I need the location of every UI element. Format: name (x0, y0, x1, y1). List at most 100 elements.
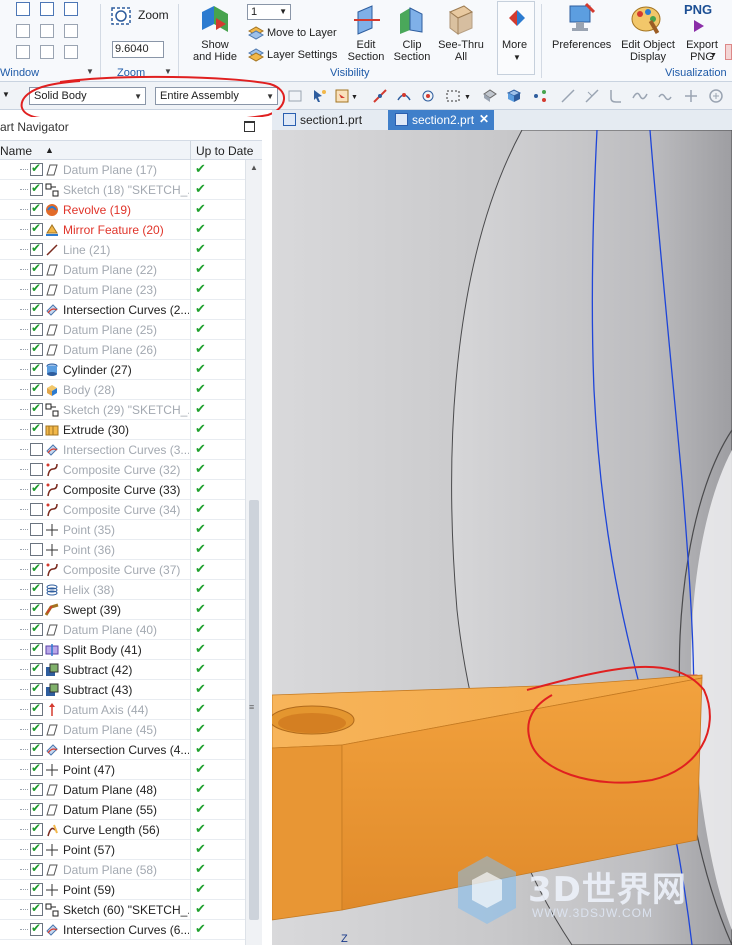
column-header-name[interactable]: Name (0, 144, 32, 158)
diagonal-snap-icon[interactable] (584, 88, 600, 104)
line-snap-icon[interactable] (560, 88, 576, 104)
visibility-checkbox[interactable] (30, 381, 43, 396)
visibility-checkbox[interactable] (30, 881, 43, 896)
intersection-point-icon[interactable] (420, 88, 436, 104)
visibility-checkbox[interactable] (30, 781, 43, 796)
window-quad-icon[interactable] (16, 45, 30, 59)
visibility-checkbox[interactable] (30, 523, 43, 536)
navigator-row[interactable]: Datum Plane (25) ✔ (0, 320, 245, 340)
show-and-hide-button[interactable]: Show and Hide (189, 39, 241, 63)
navigator-row[interactable]: Composite Curve (37) ✔ (0, 560, 245, 580)
edit-section-button[interactable]: Edit Section (344, 39, 388, 63)
window-layout-icon[interactable] (16, 2, 30, 16)
navigator-row[interactable]: Subtract (43) ✔ (0, 680, 245, 700)
navigator-row[interactable]: Datum Plane (23) ✔ (0, 280, 245, 300)
navigator-row[interactable]: Sketch (29) "SKETCH_... ✔ (0, 400, 245, 420)
navigator-row[interactable]: Swept (39) ✔ (0, 600, 245, 620)
chevron-down-icon[interactable]: ▼ (464, 94, 471, 101)
navigator-scrollbar[interactable]: ▲ ≡ (245, 160, 262, 945)
face-select-icon[interactable] (482, 88, 498, 104)
column-divider[interactable] (190, 141, 191, 161)
export-png-button[interactable]: Export PNG (684, 39, 720, 63)
zoom-button[interactable]: Zoom (138, 9, 169, 21)
navigator-row[interactable]: Datum Plane (58) ✔ (0, 860, 245, 880)
visibility-checkbox[interactable] (30, 701, 43, 716)
tab-section1[interactable]: section1.prt (276, 110, 388, 130)
navigator-row[interactable]: Datum Plane (26) ✔ (0, 340, 245, 360)
navigator-row[interactable]: Point (35) ✔ (0, 520, 245, 540)
navigator-row[interactable]: Intersection Curves (3... ✔ (0, 440, 245, 460)
visibility-checkbox[interactable] (30, 301, 43, 316)
visibility-checkbox[interactable] (30, 741, 43, 756)
visibility-checkbox[interactable] (30, 621, 43, 636)
visibility-checkbox[interactable] (30, 681, 43, 696)
navigator-row[interactable]: Datum Plane (48) ✔ (0, 780, 245, 800)
snap-point-icon[interactable] (372, 88, 388, 104)
visibility-checkbox[interactable] (30, 561, 43, 576)
multi-select-icon[interactable] (532, 88, 548, 104)
close-icon[interactable]: ✕ (479, 112, 489, 126)
navigator-row[interactable]: Composite Curve (32) ✔ (0, 460, 245, 480)
see-thru-icon[interactable] (446, 4, 476, 36)
navigator-row[interactable]: Composite Curve (33) ✔ (0, 480, 245, 500)
edit-object-display-button[interactable]: Edit Object Display (618, 39, 678, 63)
navigator-row[interactable]: Datum Plane (45) ✔ (0, 720, 245, 740)
navigator-row[interactable]: Sketch (18) "SKETCH_... ✔ (0, 180, 245, 200)
navigator-row[interactable]: Point (59) ✔ (0, 880, 245, 900)
navigator-row[interactable]: Datum Axis (44) ✔ (0, 700, 245, 720)
navigator-row[interactable]: Datum Plane (17) ✔ (0, 160, 245, 180)
visibility-checkbox[interactable] (30, 281, 43, 296)
visibility-checkbox[interactable] (30, 401, 43, 416)
navigator-row[interactable]: Curve Length (56) ✔ (0, 820, 245, 840)
clip-section-icon[interactable] (396, 4, 428, 36)
visibility-checkbox[interactable] (30, 543, 43, 556)
visibility-checkbox[interactable] (30, 201, 43, 216)
navigator-row[interactable]: Line (21) ✔ (0, 240, 245, 260)
zoom-scale-field[interactable]: 9.6040 (112, 41, 164, 58)
visibility-checkbox[interactable] (30, 221, 43, 236)
rectangle-select-icon[interactable] (445, 88, 461, 104)
visualization-extra-icon[interactable] (725, 44, 732, 60)
layer-settings-button[interactable]: Layer Settings (267, 49, 337, 61)
navigator-row[interactable]: Subtract (42) ✔ (0, 660, 245, 680)
visibility-checkbox[interactable] (30, 341, 43, 356)
select-body-icon[interactable] (334, 88, 350, 104)
window-grid2-icon[interactable] (64, 24, 78, 38)
tab-section2[interactable]: section2.prt ✕ (388, 110, 494, 130)
navigator-row[interactable]: Intersection Curves (2... ✔ (0, 300, 245, 320)
navigator-row[interactable]: Split Body (41) ✔ (0, 640, 245, 660)
show-hide-icon[interactable] (198, 4, 232, 38)
visibility-checkbox[interactable] (30, 261, 43, 276)
wave-snap-icon[interactable] (658, 88, 674, 104)
window-quad3-icon[interactable] (64, 45, 78, 59)
zoom-icon[interactable] (110, 6, 134, 28)
curve-snap-icon[interactable] (608, 88, 624, 104)
navigator-row[interactable]: Point (36) ✔ (0, 540, 245, 560)
navigator-row[interactable]: Point (47) ✔ (0, 760, 245, 780)
point-on-curve-icon[interactable] (396, 88, 412, 104)
visibility-checkbox[interactable] (30, 821, 43, 836)
visibility-checkbox[interactable] (30, 861, 43, 876)
navigator-row[interactable]: Point (57) ✔ (0, 840, 245, 860)
visibility-checkbox[interactable] (30, 641, 43, 656)
visibility-checkbox[interactable] (30, 503, 43, 516)
move-to-layer-button[interactable]: Move to Layer (267, 27, 337, 39)
maximize-icon[interactable] (244, 121, 255, 132)
navigator-row[interactable]: Extrude (30) ✔ (0, 420, 245, 440)
visibility-checkbox[interactable] (30, 421, 43, 436)
visibility-checkbox[interactable] (30, 581, 43, 596)
navigator-row[interactable]: Revolve (19) ✔ (0, 200, 245, 220)
edit-section-icon[interactable] (352, 4, 382, 36)
visibility-checkbox[interactable] (30, 841, 43, 856)
window-quad2-icon[interactable] (40, 45, 54, 59)
visibility-checkbox[interactable] (30, 921, 43, 936)
visibility-checkbox[interactable] (30, 601, 43, 616)
sort-ascending-icon[interactable]: ▲ (45, 145, 54, 155)
visibility-checkbox[interactable] (30, 801, 43, 816)
visibility-checkbox[interactable] (30, 463, 43, 476)
visibility-checkbox[interactable] (30, 181, 43, 196)
preferences-button[interactable]: Preferences (552, 39, 611, 51)
window-tile-icon[interactable] (40, 2, 54, 16)
navigator-row[interactable]: Intersection Curves (6... ✔ (0, 920, 245, 940)
navigator-row[interactable]: Intersection Curves (4... ✔ (0, 740, 245, 760)
